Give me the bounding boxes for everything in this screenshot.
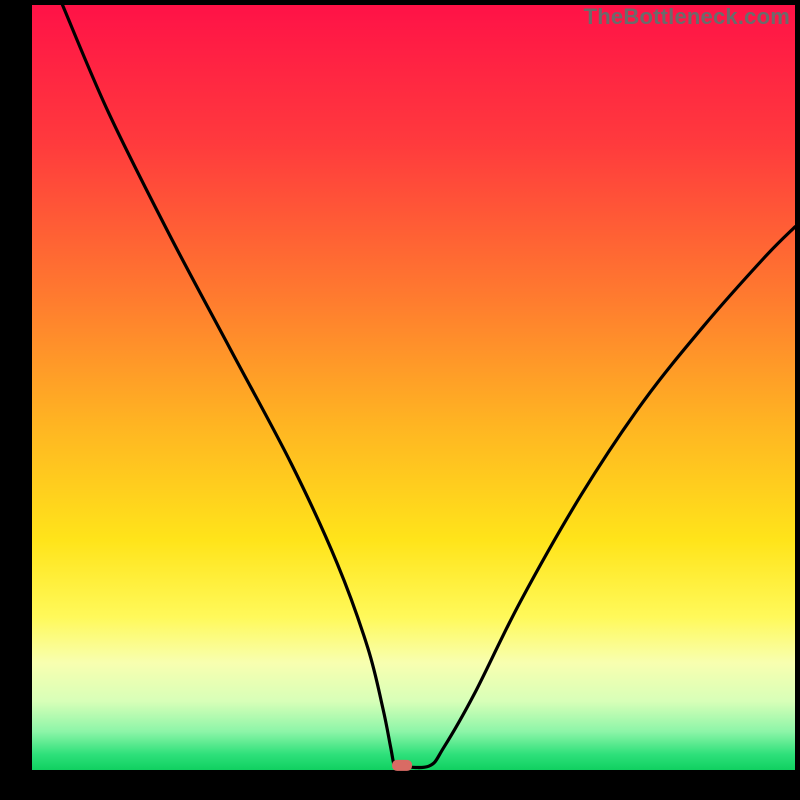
- plot-background: [32, 5, 795, 770]
- optimal-marker: [392, 760, 412, 771]
- bottleneck-chart: TheBottleneck.com: [0, 0, 800, 800]
- chart-canvas: [0, 0, 800, 800]
- watermark-text: TheBottleneck.com: [584, 4, 790, 30]
